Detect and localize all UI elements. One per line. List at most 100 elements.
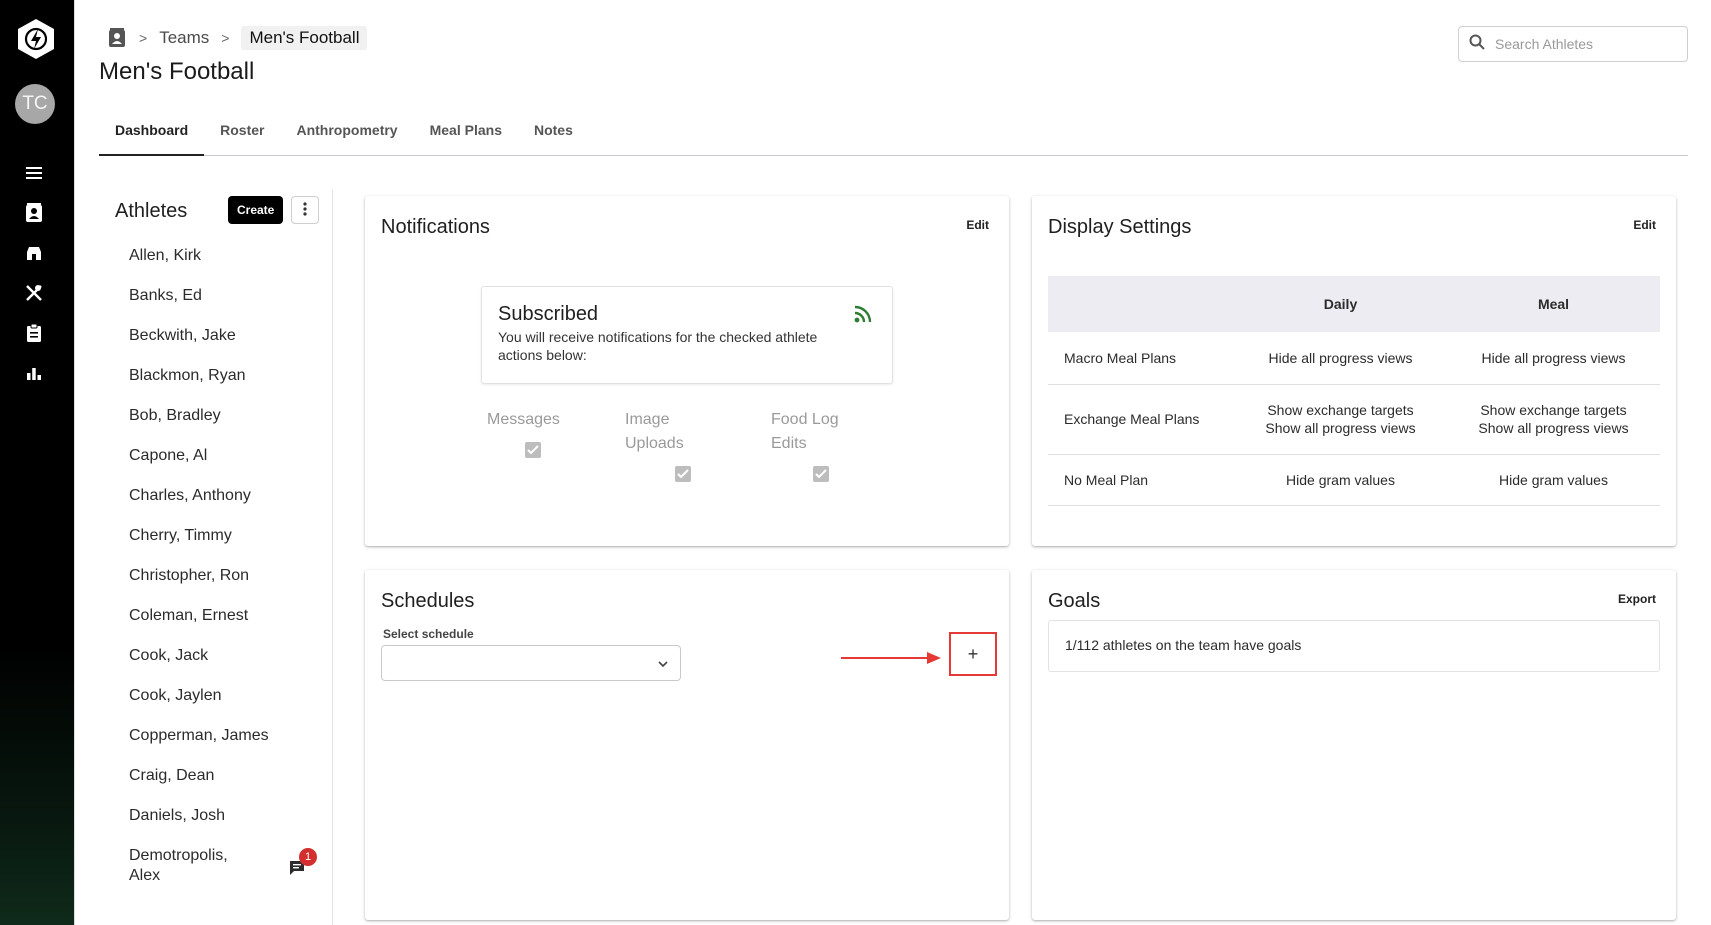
tab-bar: Dashboard Roster Anthropometry Meal Plan… (99, 112, 1688, 156)
app-logo-icon[interactable] (17, 18, 55, 60)
create-athlete-button[interactable]: Create (228, 196, 284, 224)
athlete-list-item[interactable]: Cherry, Timmy (129, 526, 329, 566)
messages-checkbox[interactable] (525, 442, 541, 458)
bar-chart-icon[interactable] (24, 363, 44, 383)
athlete-list-item[interactable]: Coleman, Ernest (129, 606, 329, 646)
schedules-card: Schedules Select schedule + (365, 570, 1009, 920)
tab-roster[interactable]: Roster (204, 112, 280, 156)
messages-option-label: Messages (487, 411, 560, 428)
notifications-edit-button[interactable]: Edit (966, 218, 989, 232)
meal-cell: Hide all progress views (1447, 332, 1660, 385)
page-title: Men's Football (99, 58, 255, 85)
rss-icon (854, 305, 874, 325)
breadcrumb-separator: > (139, 30, 148, 46)
daily-cell: Show exchange targets Show all progress … (1234, 384, 1447, 455)
athlete-list-item[interactable]: Copperman, James (129, 726, 329, 766)
table-header-meal: Meal (1447, 276, 1660, 332)
table-row: Exchange Meal Plans Show exchange target… (1048, 384, 1660, 455)
search-input[interactable] (1495, 36, 1675, 52)
breadcrumb-teams[interactable]: Teams (159, 28, 209, 48)
tab-notes[interactable]: Notes (518, 112, 589, 156)
meal-setting: Hide all progress views (1481, 349, 1626, 366)
athletes-title: Athletes (115, 200, 188, 222)
user-avatar[interactable]: TC (15, 84, 55, 124)
athlete-list-item[interactable]: Charles, Anthony (129, 486, 329, 526)
daily-setting: Show all progress views (1265, 420, 1416, 436)
row-label: Macro Meal Plans (1048, 332, 1234, 385)
subscribed-description: You will receive notifications for the c… (498, 329, 818, 363)
athlete-list-item[interactable]: Daniels, Josh (129, 806, 329, 846)
notifications-title: Notifications (381, 216, 490, 238)
table-header-empty (1048, 276, 1234, 332)
athlete-list-item[interactable]: Cook, Jack (129, 646, 329, 686)
meal-cell: Hide gram values (1447, 454, 1660, 506)
image-uploads-checkbox[interactable] (675, 466, 691, 482)
table-row: No Meal Plan Hide gram values Hide gram … (1048, 454, 1660, 506)
breadcrumb-current: Men's Football (241, 26, 368, 50)
message-badge[interactable]: 1 (289, 848, 317, 878)
meal-cell: Show exchange targets Show all progress … (1447, 384, 1660, 455)
athletes-panel: Athletes Create Allen, Kirk Banks, Ed Be… (99, 190, 333, 925)
goals-summary: 1/112 athletes on the team have goals (1048, 620, 1660, 672)
store-icon[interactable] (24, 243, 44, 263)
message-count-badge: 1 (299, 848, 317, 866)
daily-setting: Show exchange targets (1267, 402, 1414, 418)
left-rail: TC (0, 0, 74, 925)
image-uploads-option-label: Image Uploads (625, 411, 684, 452)
display-settings-title: Display Settings (1048, 216, 1192, 238)
breadcrumb-separator: > (221, 30, 230, 46)
athlete-list-item[interactable]: Cook, Jaylen (129, 686, 329, 726)
schedule-select[interactable] (381, 645, 681, 681)
athlete-list-item[interactable]: Craig, Dean (129, 766, 329, 806)
notifications-card: Notifications Edit Subscribed You will r… (365, 196, 1009, 546)
athlete-name: Demotropolis, Alex (129, 847, 228, 884)
menu-icon[interactable] (24, 163, 44, 183)
annotation-arrow-icon (841, 650, 941, 666)
meal-setting: Hide gram values (1499, 471, 1608, 488)
utensils-icon[interactable] (24, 283, 44, 303)
goals-title: Goals (1048, 590, 1101, 612)
athlete-list-item[interactable]: Blackmon, Ryan (129, 366, 329, 406)
athlete-list-item[interactable]: Allen, Kirk (129, 246, 329, 286)
meal-setting: Show exchange targets (1480, 402, 1627, 418)
meal-setting: Show all progress views (1478, 420, 1629, 436)
breadcrumb: > Teams > Men's Football (107, 26, 368, 50)
display-settings-edit-button[interactable]: Edit (1633, 218, 1656, 232)
daily-cell: Hide all progress views (1234, 332, 1447, 385)
clipboard-icon[interactable] (24, 323, 44, 343)
more-vertical-icon (303, 201, 307, 219)
search-box[interactable] (1458, 26, 1688, 62)
row-label: Exchange Meal Plans (1048, 384, 1234, 455)
more-options-button[interactable] (291, 196, 319, 224)
athlete-list-item[interactable]: Capone, Al (129, 446, 329, 486)
tab-anthropometry[interactable]: Anthropometry (280, 112, 413, 156)
select-schedule-label: Select schedule (383, 627, 474, 641)
goals-export-button[interactable]: Export (1618, 592, 1656, 606)
row-label: No Meal Plan (1048, 454, 1234, 506)
athlete-list-item[interactable]: Banks, Ed (129, 286, 329, 326)
daily-setting: Hide gram values (1286, 471, 1395, 488)
athlete-list-item[interactable]: Bob, Bradley (129, 406, 329, 446)
display-settings-card: Display Settings Edit Daily Meal Macro M… (1032, 196, 1676, 546)
athlete-list-item[interactable]: Christopher, Ron (129, 566, 329, 606)
tab-dashboard[interactable]: Dashboard (99, 112, 205, 156)
chevron-down-icon (656, 657, 670, 671)
contacts-icon[interactable] (24, 203, 44, 223)
search-icon (1469, 34, 1485, 55)
tab-meal-plans[interactable]: Meal Plans (414, 112, 518, 156)
athlete-list-item[interactable]: Beckwith, Jake (129, 326, 329, 366)
subscribed-box: Subscribed You will receive notification… (481, 286, 893, 384)
food-log-edits-option-label: Food Log Edits (771, 411, 839, 452)
table-row: Macro Meal Plans Hide all progress views… (1048, 332, 1660, 385)
main-content: > Teams > Men's Football Men's Football … (74, 0, 1711, 925)
add-schedule-button[interactable]: + (949, 632, 997, 676)
contacts-icon[interactable] (107, 28, 127, 48)
schedules-title: Schedules (381, 590, 475, 612)
daily-setting: Hide all progress views (1268, 349, 1413, 366)
goals-card: Goals Export 1/112 athletes on the team … (1032, 570, 1676, 920)
food-log-edits-checkbox[interactable] (813, 466, 829, 482)
athlete-list-item-with-message[interactable]: Demotropolis, Alex 1 (129, 846, 329, 886)
athlete-list: Allen, Kirk Banks, Ed Beckwith, Jake Bla… (129, 246, 329, 886)
table-header-daily: Daily (1234, 276, 1447, 332)
daily-cell: Hide gram values (1234, 454, 1447, 506)
